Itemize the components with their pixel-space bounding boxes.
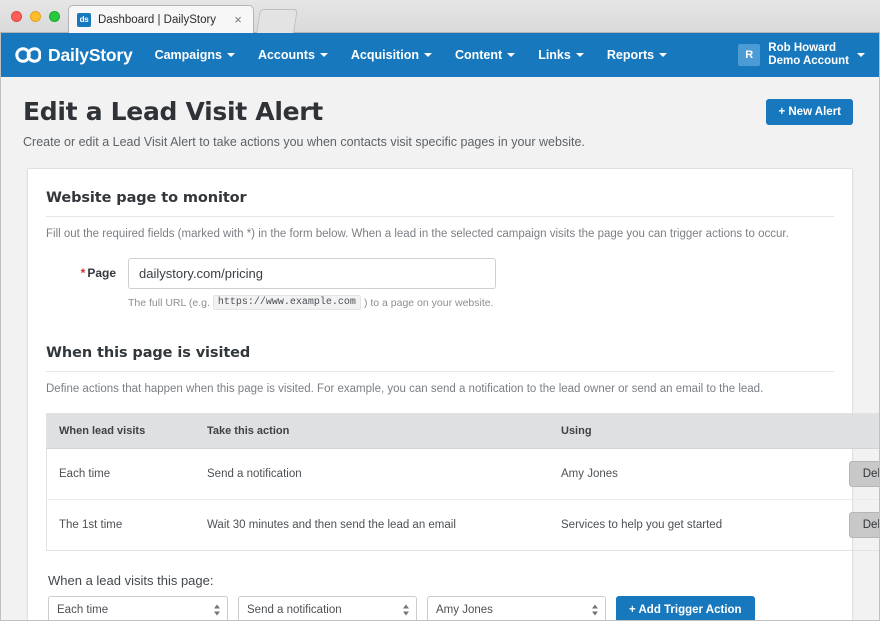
cell-using: Services to help you get started [561, 519, 723, 531]
add-trigger-label: When a lead visits this page: [48, 573, 214, 588]
delete-button[interactable]: Delete [848, 461, 879, 487]
action-select-wrapper: Send a notification Wait 30 minutes and … [238, 596, 417, 620]
chevron-down-icon [319, 53, 328, 57]
window-controls [11, 11, 60, 22]
when-select-wrapper: Each time The 1st time [48, 596, 228, 620]
help-example-url: https://www.example.com [212, 295, 361, 310]
tab-title: Dashboard | DailyStory [98, 13, 217, 26]
app-navbar: DailyStory Campaigns Accounts Acquisitio… [1, 33, 879, 77]
column-header-when: When lead visits [46, 413, 195, 449]
add-trigger-action-button[interactable]: + Add Trigger Action [616, 596, 755, 620]
nav-item-reports[interactable]: Reports [606, 48, 668, 62]
chevron-down-icon [507, 53, 516, 57]
favicon-icon: ds [77, 12, 91, 27]
page-field-row: *Page The full URL (e.g. https://www.exa… [46, 258, 834, 310]
table-row: Each time Send a notification Amy Jones … [46, 448, 879, 500]
browser-titlebar: ds Dashboard | DailyStory × [0, 0, 880, 33]
table-body: Each time Send a notification Amy Jones … [46, 448, 879, 551]
user-name: Rob Howard [768, 42, 836, 54]
add-trigger-form: When a lead visits this page: Each time … [46, 551, 834, 620]
browser-tab[interactable]: ds Dashboard | DailyStory × [68, 5, 254, 33]
page-viewport: DailyStory Campaigns Accounts Acquisitio… [0, 33, 880, 621]
cell-action: Send a notification [195, 448, 549, 500]
page-subtitle: Create or edit a Lead Visit Alert to tak… [23, 135, 585, 149]
table-header-row: When lead visits Take this action Using [46, 413, 879, 449]
help-text-after: ) to a page on your website. [363, 296, 494, 309]
close-icon[interactable]: × [231, 12, 245, 27]
cell-delete: Delete [788, 500, 879, 551]
brand-name: DailyStory [48, 44, 133, 65]
chevron-down-icon [423, 53, 432, 57]
nav-item-links[interactable]: Links [538, 48, 584, 62]
chevron-down-icon [857, 53, 865, 57]
monitor-section-title: Website page to monitor [46, 190, 834, 217]
user-account: Demo Account [768, 55, 849, 67]
alert-editor-card: Website page to monitor Fill out the req… [27, 168, 879, 620]
help-text-before: The full URL (e.g. [128, 296, 210, 309]
cell-when: The 1st time [59, 519, 123, 531]
user-info: Rob Howard Demo Account [768, 42, 849, 68]
using-select-wrapper: Amy Jones Services to help you get start… [427, 596, 606, 620]
chevron-down-icon [575, 53, 584, 57]
required-marker: * [80, 266, 86, 280]
when-select[interactable]: Each time The 1st time [48, 596, 228, 620]
delete-button[interactable]: Delete [848, 512, 879, 538]
page-title: Edit a Lead Visit Alert [23, 97, 323, 126]
monitor-section-description: Fill out the required fields (marked wit… [46, 228, 789, 240]
nav-item-campaigns[interactable]: Campaigns [155, 48, 235, 62]
column-header-actions [788, 413, 879, 449]
visited-section-title: When this page is visited [46, 345, 834, 372]
cell-using: Amy Jones [549, 448, 788, 500]
close-window-button[interactable] [11, 11, 22, 22]
cell-when: Each time [46, 448, 195, 500]
browser-window: ds Dashboard | DailyStory × DailyStory C… [0, 0, 880, 621]
chevron-down-icon [226, 53, 235, 57]
minimize-window-button[interactable] [30, 11, 41, 22]
nav-item-label: Links [538, 48, 571, 62]
new-tab-button[interactable] [256, 9, 298, 33]
nav-item-label: Content [454, 48, 503, 62]
page-field-group: The full URL (e.g. https://www.example.c… [128, 258, 496, 310]
new-alert-button[interactable]: + New Alert [766, 99, 853, 125]
add-trigger-controls: Each time The 1st time Send a notificati… [48, 596, 834, 620]
visited-section-description: Define actions that happen when this pag… [46, 383, 764, 395]
cell-delete: Delete [788, 448, 879, 500]
nav-item-label: Reports [606, 48, 655, 62]
user-menu[interactable]: R Rob Howard Demo Account [738, 33, 865, 77]
avatar: R [738, 44, 761, 66]
page-label-text: Page [87, 266, 116, 280]
page-field-label: * Page [60, 258, 128, 280]
column-header-action: Take this action [195, 413, 549, 449]
page-input[interactable] [128, 258, 496, 289]
action-select[interactable]: Send a notification Wait 30 minutes and … [238, 596, 417, 620]
nav-item-acquisition[interactable]: Acquisition [351, 48, 432, 62]
column-header-using: Using [549, 413, 788, 449]
nav-item-label: Acquisition [350, 48, 419, 62]
brand-logo-group[interactable]: DailyStory [15, 45, 133, 66]
nav-item-content[interactable]: Content [454, 48, 516, 62]
table-header: When lead visits Take this action Using [46, 413, 879, 449]
nav-item-accounts[interactable]: Accounts [258, 48, 328, 62]
nav-item-label: Accounts [257, 48, 315, 62]
nav-menu: Campaigns Accounts Acquisition Content L… [155, 48, 668, 62]
maximize-window-button[interactable] [49, 11, 60, 22]
page-header: Edit a Lead Visit Alert Create or edit a… [1, 77, 879, 149]
table-row: The 1st time Wait 30 minutes and then se… [47, 500, 879, 551]
chevron-down-icon [659, 53, 668, 57]
page-field-help: The full URL (e.g. https://www.example.c… [128, 295, 496, 310]
using-select[interactable]: Amy Jones Services to help you get start… [427, 596, 606, 620]
dailystory-logo-icon [15, 47, 41, 63]
cell-action: Wait 30 minutes and then send the lead a… [207, 519, 456, 531]
trigger-actions-table: When lead visits Take this action Using … [46, 413, 879, 551]
nav-item-label: Campaigns [154, 48, 222, 62]
